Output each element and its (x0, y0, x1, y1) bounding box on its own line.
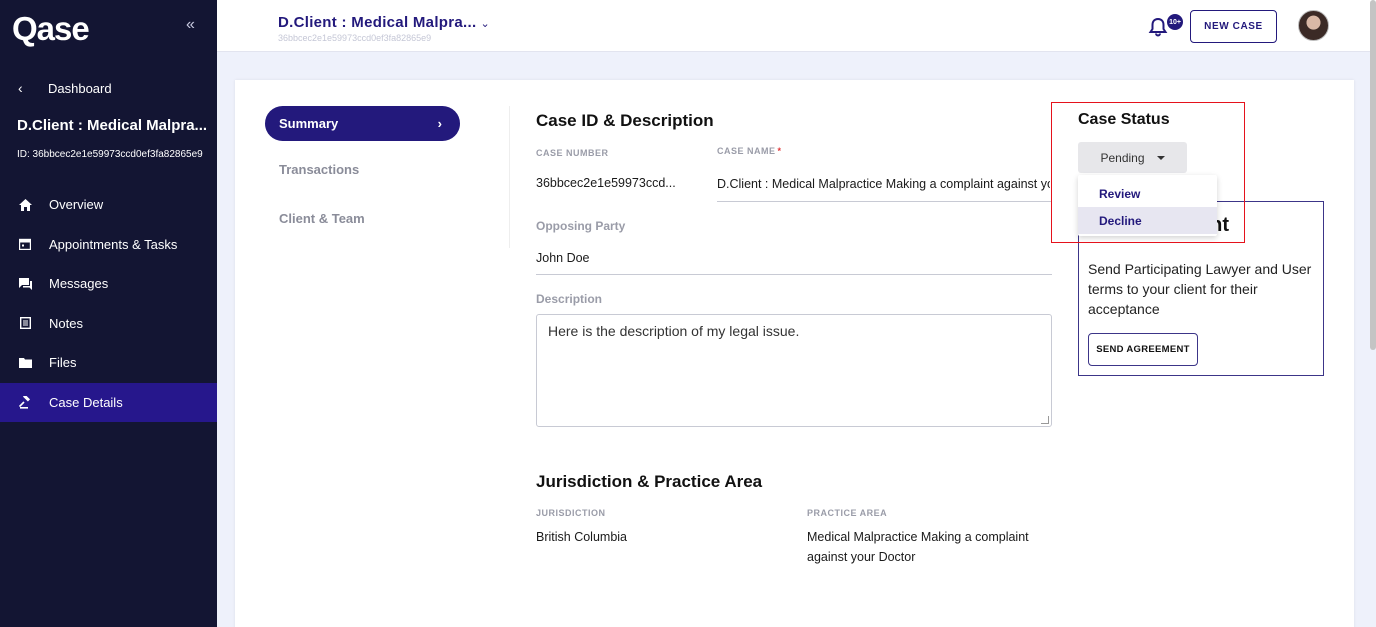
dashboard-label: Dashboard (48, 80, 112, 96)
jurisdiction-value: British Columbia (536, 530, 628, 544)
case-name-field[interactable]: D.Client : Medical Malpractice Making a … (717, 177, 1050, 191)
notes-icon (18, 316, 32, 330)
description-text: Here is the description of my legal issu… (548, 323, 800, 339)
tab-summary[interactable]: Summary › (265, 106, 460, 141)
bell-icon[interactable] (1148, 17, 1168, 37)
opposing-party-field[interactable]: John Doe (536, 251, 590, 265)
case-details-card: Summary › Transactions Client & Team Cas… (235, 80, 1354, 627)
sidebar-case-id: ID: 36bbcec2e1e59973ccd0ef3fa82865e9 (17, 149, 203, 160)
description-label: Description (536, 292, 603, 306)
section-tabs: Summary › Transactions Client & Team (265, 106, 460, 226)
tab-summary-label: Summary (279, 116, 339, 131)
chevron-down-icon: ⌄ (480, 18, 490, 30)
chat-icon (18, 277, 32, 291)
opposing-party-label: Opposing Party (536, 219, 626, 233)
sidebar-nav: Overview Appointments & Tasks Messages N… (0, 185, 217, 422)
case-name-label: CASE NAME * (717, 146, 782, 156)
case-number-label: CASE NUMBER (536, 148, 609, 158)
new-case-button[interactable]: NEW CASE (1190, 10, 1277, 43)
case-number-value: 36bbcec2e1e59973ccd... (536, 176, 676, 190)
sidebar-item-files[interactable]: Files (0, 343, 217, 383)
sidebar: Qase « ‹ Dashboard D.Client : Medical Ma… (0, 0, 217, 627)
chevron-left-icon: ‹ (18, 80, 23, 96)
sidebar-item-appointments[interactable]: Appointments & Tasks (0, 225, 217, 265)
case-name-underline (717, 201, 1052, 202)
sidebar-item-label: Overview (49, 197, 104, 213)
sidebar-item-overview[interactable]: Overview (0, 185, 217, 225)
sidebar-item-label: Messages (49, 276, 109, 292)
description-textarea[interactable]: Here is the description of my legal issu… (536, 314, 1052, 427)
sidebar-item-messages[interactable]: Messages (0, 264, 217, 304)
page-scrollbar[interactable] (1370, 0, 1376, 350)
required-marker: * (777, 146, 782, 156)
tab-client-team[interactable]: Client & Team (265, 211, 460, 226)
folder-icon (18, 356, 32, 370)
sidebar-item-label: Notes (49, 315, 83, 331)
opposing-party-underline (536, 274, 1052, 275)
sidebar-item-label: Files (49, 355, 77, 371)
sidebar-item-label: Appointments & Tasks (49, 236, 178, 252)
send-agreement-button[interactable]: SEND AGREEMENT (1088, 333, 1198, 366)
case-selector-id: 36bbcec2e1e59973ccd0ef3fa82865e9 (278, 33, 432, 43)
notification-badge: 10+ (1167, 14, 1183, 30)
jurisdiction-label: JURISDICTION (536, 508, 606, 518)
sidebar-item-notes[interactable]: Notes (0, 304, 217, 344)
agreement-text: Send Participating Lawyer and User terms… (1088, 261, 1312, 317)
practice-area-value: Medical Malpractice Making a complaint a… (807, 530, 1029, 564)
case-selector[interactable]: D.Client : Medical Malpra... ⌄ (278, 14, 490, 31)
avatar[interactable] (1298, 10, 1329, 41)
top-bar: D.Client : Medical Malpra... ⌄ 36bbcec2e1… (217, 0, 1376, 52)
collapse-sidebar-icon[interactable]: « (186, 16, 195, 34)
jurisdiction-section-title: Jurisdiction & Practice Area (536, 472, 763, 491)
highlight-box (1051, 102, 1245, 243)
app-logo: Qase (12, 10, 90, 47)
sidebar-item-label: Case Details (49, 394, 123, 410)
calendar-icon (18, 237, 32, 251)
chevron-right-icon: › (437, 116, 442, 131)
home-icon (18, 198, 32, 212)
divider (509, 106, 510, 248)
sidebar-case-title: D.Client : Medical Malpra... (17, 117, 208, 134)
sidebar-item-case-details[interactable]: Case Details (0, 382, 217, 422)
case-section-title: Case ID & Description (536, 111, 714, 130)
tab-transactions[interactable]: Transactions (265, 162, 460, 177)
resize-handle[interactable] (1041, 416, 1049, 424)
gavel-icon (18, 395, 32, 409)
case-selector-label: D.Client : Medical Malpra... (278, 14, 477, 31)
dashboard-link[interactable]: ‹ Dashboard (18, 80, 112, 96)
practice-area-label: PRACTICE AREA (807, 508, 888, 518)
case-name-label-text: CASE NAME (717, 146, 776, 156)
